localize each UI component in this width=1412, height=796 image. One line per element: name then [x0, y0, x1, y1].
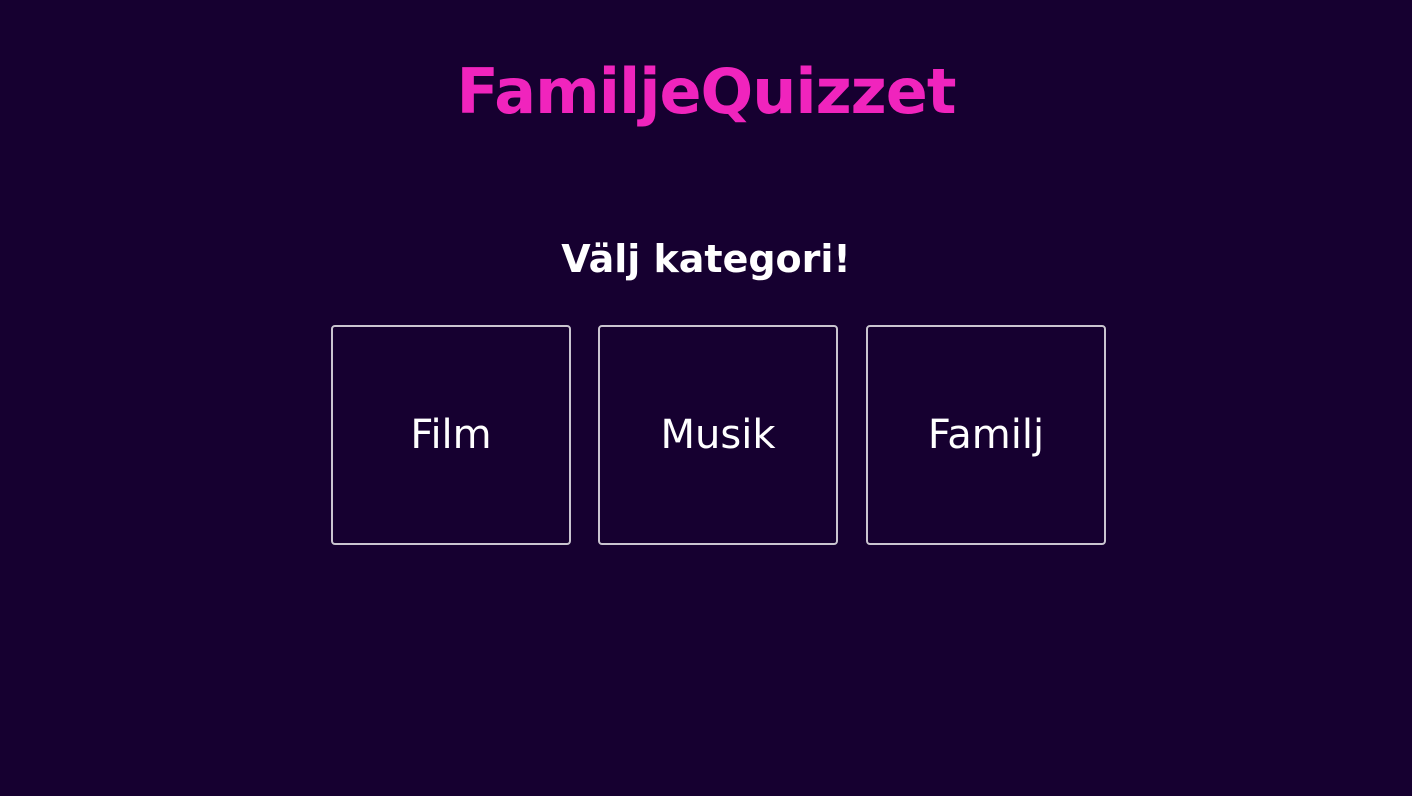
category-label: Film	[410, 412, 492, 458]
category-prompt: Välj kategori!	[561, 237, 851, 281]
category-label: Familj	[927, 412, 1045, 458]
app-title: FamiljeQuizzet	[456, 55, 957, 128]
category-label: Musik	[660, 412, 776, 458]
category-button-musik[interactable]: Musik	[598, 325, 838, 545]
category-grid: Film Musik Familj	[331, 325, 1106, 545]
category-button-familj[interactable]: Familj	[866, 325, 1106, 545]
category-button-film[interactable]: Film	[331, 325, 571, 545]
